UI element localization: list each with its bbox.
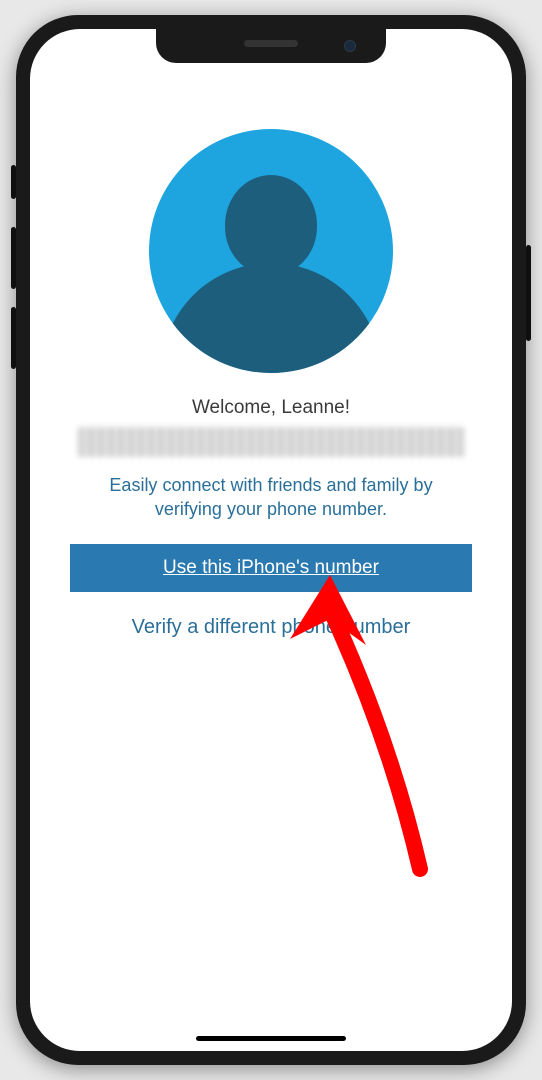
screen: Welcome, Leanne! Easily connect with fri… bbox=[30, 29, 512, 1051]
redacted-email bbox=[78, 427, 464, 457]
onboarding-content: Welcome, Leanne! Easily connect with fri… bbox=[30, 29, 512, 1051]
notch bbox=[156, 29, 386, 63]
volume-up-button bbox=[11, 227, 16, 289]
front-camera-icon bbox=[344, 40, 356, 52]
avatar-placeholder-icon bbox=[149, 129, 393, 373]
use-this-number-button[interactable]: Use this iPhone's number bbox=[70, 544, 472, 592]
verify-different-number-link[interactable]: Verify a different phone number bbox=[60, 616, 482, 639]
home-indicator[interactable] bbox=[196, 1036, 346, 1041]
speaker-icon bbox=[244, 40, 298, 47]
power-button bbox=[526, 245, 531, 341]
volume-down-button bbox=[11, 307, 16, 369]
description-text: Easily connect with friends and family b… bbox=[60, 473, 482, 522]
phone-frame: Welcome, Leanne! Easily connect with fri… bbox=[16, 15, 526, 1065]
mute-switch bbox=[11, 165, 16, 199]
welcome-title: Welcome, Leanne! bbox=[60, 397, 482, 419]
